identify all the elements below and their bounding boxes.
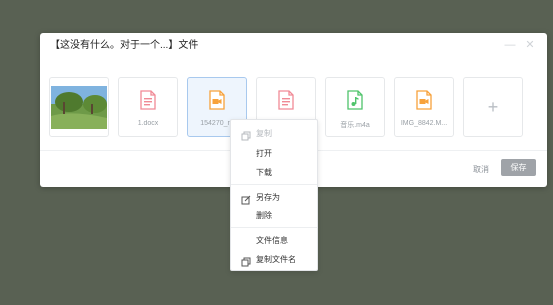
menu-divider — [231, 227, 317, 228]
file-name: 1.docx — [137, 120, 159, 127]
file-item[interactable]: 1.docx — [118, 77, 178, 137]
file-item[interactable]: IMG_8842.M... — [394, 77, 454, 137]
document-icon — [278, 90, 294, 115]
cancel-button[interactable]: 取消 — [473, 164, 489, 175]
copy-icon — [241, 254, 251, 267]
menu-item-label: 删除 — [256, 211, 272, 220]
close-icon[interactable]: ✕ — [524, 39, 536, 51]
document-icon — [140, 90, 156, 115]
video-file-icon — [416, 90, 432, 115]
menu-item-label: 下载 — [256, 168, 272, 177]
menu-item-save-as[interactable]: 另存为 — [231, 188, 317, 206]
file-item[interactable]: 音乐.m4a — [325, 77, 385, 137]
file-name: 音乐.m4a — [340, 122, 370, 129]
context-menu: 复制 打开 下载 另存为 删除 文件信息 复制文件名 — [230, 119, 318, 271]
menu-item-label: 复制文件名 — [256, 255, 296, 264]
menu-item-open[interactable]: 打开 — [231, 144, 317, 162]
dialog-title: 【这没有什么。对于一个...】文件 — [50, 40, 199, 51]
copy-icon — [241, 128, 251, 141]
menu-item-copy[interactable]: 复制 — [231, 124, 317, 142]
menu-item-copy-filename[interactable]: 复制文件名 — [231, 250, 317, 268]
menu-divider — [231, 184, 317, 185]
menu-item-file-info[interactable]: 文件信息 — [231, 231, 317, 249]
save-as-icon — [241, 192, 251, 205]
audio-file-icon — [347, 90, 363, 115]
menu-item-label: 打开 — [256, 149, 272, 158]
video-file-icon — [209, 90, 225, 115]
menu-item-label: 文件信息 — [256, 236, 288, 245]
menu-item-download[interactable]: 下载 — [231, 163, 317, 181]
menu-item-label: 另存为 — [256, 193, 280, 202]
add-file-button[interactable]: + — [463, 77, 523, 137]
minimize-icon[interactable]: — — [504, 39, 516, 51]
file-name: IMG_8842.M... — [400, 120, 448, 127]
menu-item-label: 复制 — [256, 129, 272, 138]
image-thumbnail — [51, 86, 107, 129]
menu-item-delete[interactable]: 删除 — [231, 206, 317, 224]
save-button[interactable]: 保存 — [501, 159, 536, 176]
file-item-image[interactable] — [49, 77, 109, 137]
